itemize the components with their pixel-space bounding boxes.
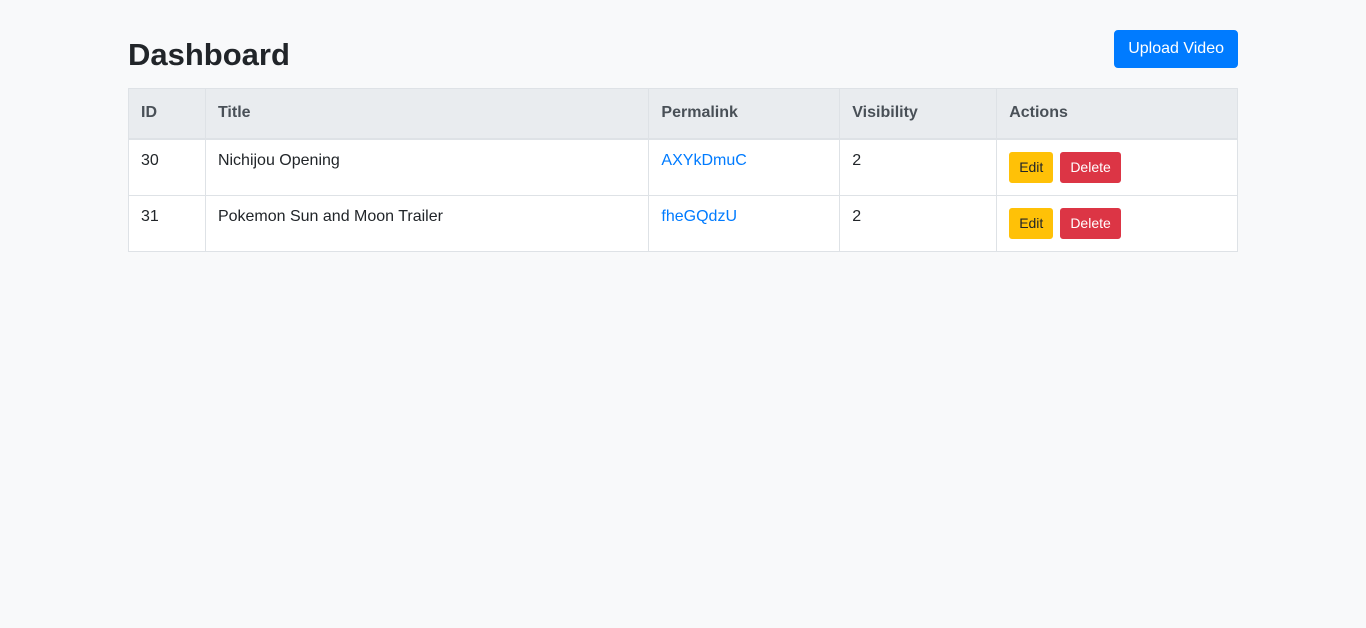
column-header-title: Title [204,88,650,140]
page-title: Dashboard [128,37,290,72]
table-header-row: ID Title Permalink Visibility Actions [128,88,1238,140]
permalink-link[interactable]: fheGQdzU [661,208,737,225]
table-body: 30 Nichijou Opening AXYkDmuC 2 Edit Delet… [128,138,1238,252]
cell-actions: Edit Delete [996,138,1238,196]
cell-title: Pokemon Sun and Moon Trailer [204,194,650,252]
column-header-id: ID [128,88,206,140]
table-header: ID Title Permalink Visibility Actions [128,88,1238,140]
cell-visibility: 2 [839,138,998,196]
videos-table: ID Title Permalink Visibility Actions 30… [128,88,1238,252]
upload-video-button[interactable]: Upload Video [1114,30,1238,68]
cell-visibility: 2 [839,194,998,252]
column-header-actions: Actions [996,88,1238,140]
cell-id: 30 [128,138,206,196]
edit-button[interactable]: Edit [1009,151,1054,183]
cell-permalink: AXYkDmuC [648,138,841,196]
page-header: Dashboard Upload Video [128,0,1238,88]
delete-button[interactable]: Delete [1060,207,1121,239]
cell-actions: Edit Delete [996,194,1238,252]
cell-id: 31 [128,194,206,252]
main-container: Dashboard Upload Video ID Title Permalin… [128,0,1238,252]
permalink-link[interactable]: AXYkDmuC [661,152,746,169]
cell-title: Nichijou Opening [204,138,650,196]
edit-button[interactable]: Edit [1009,207,1054,239]
table-row: 31 Pokemon Sun and Moon Trailer fheGQdzU… [128,194,1238,252]
cell-permalink: fheGQdzU [648,194,841,252]
delete-button[interactable]: Delete [1060,151,1121,183]
column-header-visibility: Visibility [839,88,998,140]
table-row: 30 Nichijou Opening AXYkDmuC 2 Edit Delet… [128,138,1238,196]
column-header-permalink: Permalink [648,88,841,140]
